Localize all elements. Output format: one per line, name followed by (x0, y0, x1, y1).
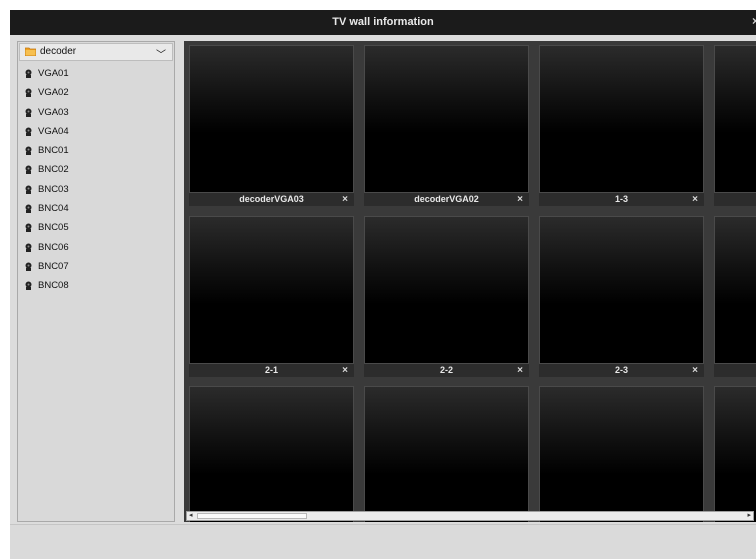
screen-label: 2-3 (614, 365, 628, 375)
channel-item[interactable]: BNC05 (18, 218, 174, 237)
camera-icon (25, 281, 32, 291)
screen-cell[interactable] (714, 216, 756, 364)
channel-item[interactable]: VGA04 (18, 122, 174, 141)
screen-cell[interactable] (539, 386, 704, 522)
device-dropdown[interactable]: decoder ﹀ (19, 43, 173, 61)
screen-title-bar: 1-3 × (539, 193, 704, 206)
horizontal-scrollbar[interactable]: ◂ ▸ (186, 511, 754, 521)
camera-icon (25, 165, 32, 175)
close-icon[interactable]: × (342, 193, 348, 206)
screen-label: decoderVGA02 (414, 194, 479, 204)
tv-wall-grid: decoderVGA03 × decoderVGA02 × 1-3 × 2-1 … (184, 41, 756, 522)
scroll-left-icon[interactable]: ◂ (189, 512, 193, 520)
scroll-right-icon[interactable]: ▸ (747, 512, 751, 520)
screen-title-bar (714, 364, 756, 377)
channel-item[interactable]: BNC03 (18, 180, 174, 199)
screen-cell[interactable] (189, 216, 354, 364)
title-bar: TV wall information × (10, 10, 756, 35)
channel-item[interactable]: VGA02 (18, 83, 174, 102)
channel-list: VGA01 VGA02 VGA03 VGA04 BNC01 BNC02 BNC0… (18, 64, 174, 296)
channel-item[interactable]: BNC02 (18, 160, 174, 179)
channel-label: VGA02 (38, 87, 69, 99)
camera-icon (25, 204, 32, 214)
screen-label: 1-3 (614, 194, 628, 204)
screen-cell[interactable] (364, 386, 529, 522)
channel-item[interactable]: BNC08 (18, 276, 174, 295)
footer-panel (10, 524, 756, 559)
channel-label: BNC02 (38, 164, 69, 176)
camera-icon (25, 127, 32, 136)
screen-cell[interactable] (539, 45, 704, 193)
screen-title-bar: decoderVGA02 × (364, 193, 529, 206)
channel-label: BNC01 (38, 145, 69, 157)
screen-label: 2-2 (439, 365, 453, 375)
close-icon[interactable]: × (692, 193, 698, 206)
screen-cell[interactable] (189, 45, 354, 193)
tv-wall-window: TV wall information × decoder ﹀ VGA01 VG… (10, 10, 756, 559)
chevron-down-icon: ﹀ (156, 50, 166, 61)
screen-title-bar (714, 193, 756, 206)
channel-item[interactable]: BNC01 (18, 141, 174, 160)
folder-icon (25, 47, 36, 56)
camera-icon (25, 88, 32, 98)
close-icon[interactable]: × (692, 364, 698, 377)
channel-label: BNC04 (38, 203, 69, 215)
close-icon[interactable]: × (517, 364, 523, 377)
channel-label: VGA04 (38, 125, 69, 137)
channel-label: BNC03 (38, 183, 69, 195)
channel-label: VGA03 (38, 106, 69, 118)
camera-icon (25, 185, 32, 194)
screen-cell[interactable] (189, 386, 354, 522)
camera-icon (25, 223, 32, 233)
screen-cell[interactable] (539, 216, 704, 364)
screen-label: 2-1 (264, 365, 278, 375)
channel-item[interactable]: BNC04 (18, 199, 174, 218)
screen-cell[interactable] (364, 45, 529, 193)
window-close-button[interactable]: × (752, 10, 756, 33)
screen-cell[interactable] (714, 386, 756, 522)
screen-title-bar: 2-1 × (189, 364, 354, 377)
screen-title-bar: 2-2 × (364, 364, 529, 377)
camera-icon (25, 69, 32, 78)
close-icon[interactable]: × (342, 364, 348, 377)
screen-title-bar: 2-3 × (539, 364, 704, 377)
device-dropdown-label: decoder (40, 46, 77, 57)
camera-icon (25, 146, 32, 156)
screen-cell[interactable] (364, 216, 529, 364)
close-icon[interactable]: × (517, 193, 523, 206)
channel-item[interactable]: VGA03 (18, 103, 174, 122)
window-title: TV wall information (332, 16, 434, 28)
channel-label: BNC08 (38, 280, 69, 292)
camera-icon (25, 243, 32, 252)
channel-item[interactable]: BNC06 (18, 238, 174, 257)
screen-label: decoderVGA03 (239, 194, 304, 204)
camera-icon (25, 262, 32, 271)
channel-label: VGA01 (38, 68, 69, 79)
camera-icon (25, 108, 32, 117)
channel-label: BNC05 (38, 222, 69, 234)
scrollbar-thumb[interactable] (197, 513, 307, 519)
screen-cell[interactable] (714, 45, 756, 193)
channel-label: BNC07 (38, 260, 69, 272)
channel-item[interactable]: BNC07 (18, 257, 174, 276)
channel-item[interactable]: VGA01 (18, 64, 174, 83)
screen-title-bar: decoderVGA03 × (189, 193, 354, 206)
channel-label: BNC06 (38, 241, 69, 253)
channel-sidebar: decoder ﹀ VGA01 VGA02 VGA03 VGA04 BNC01 … (17, 41, 175, 522)
